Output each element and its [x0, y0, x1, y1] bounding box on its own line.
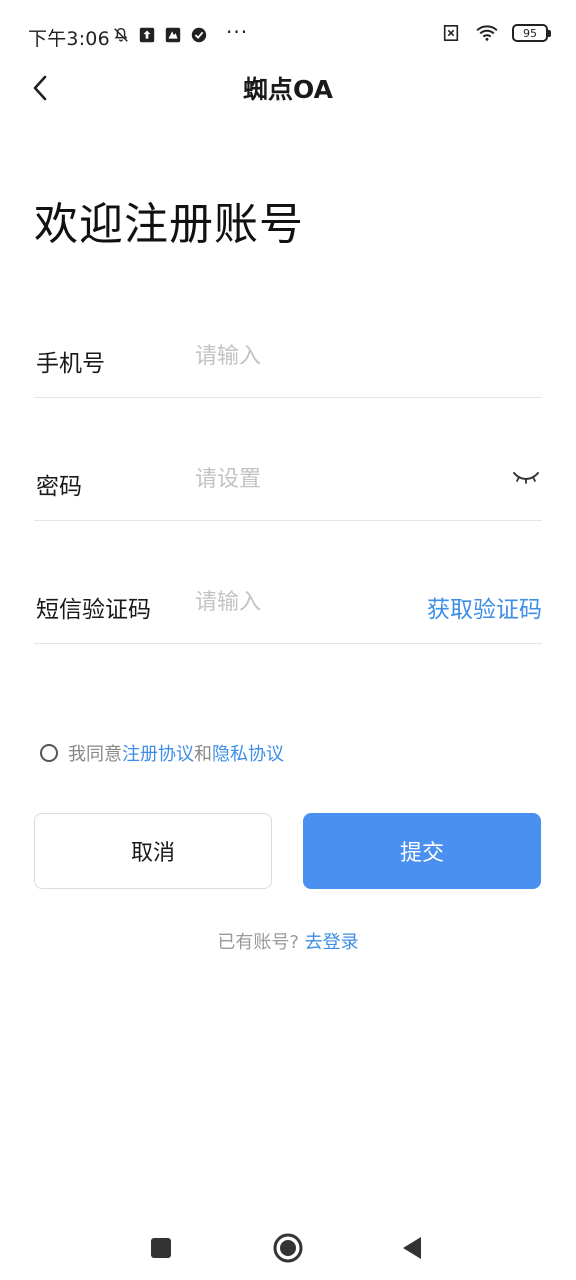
password-label: 密码	[36, 474, 82, 500]
welcome-heading: 欢迎注册账号	[34, 199, 304, 250]
eye-closed-icon[interactable]	[512, 469, 540, 491]
phone-label: 手机号	[36, 351, 105, 377]
login-link[interactable]: 去登录	[305, 932, 359, 953]
home-circle-icon	[273, 1233, 303, 1263]
submit-button[interactable]: 提交	[303, 813, 541, 889]
password-row: 密码	[34, 441, 542, 521]
page-title: 蜘点OA	[243, 75, 333, 104]
battery-indicator: 95	[512, 24, 551, 42]
agreement: 我同意 注册协议 和 隐私协议	[40, 740, 284, 766]
wifi-icon	[474, 24, 500, 42]
mute-icon	[112, 26, 130, 44]
privacy-link[interactable]: 隐私协议	[212, 740, 284, 766]
password-input[interactable]	[195, 459, 415, 499]
nav-back-button[interactable]	[392, 1228, 432, 1268]
agree-prefix: 我同意	[68, 744, 122, 765]
get-code-button[interactable]: 获取验证码	[427, 590, 542, 624]
no-sim-icon	[440, 24, 462, 42]
agree-and: 和	[194, 744, 212, 765]
sms-code-input[interactable]	[195, 582, 395, 622]
cancel-button[interactable]: 取消	[34, 813, 272, 889]
status-icons-left	[112, 26, 208, 44]
phone-row: 手机号	[34, 318, 542, 398]
square-icon	[151, 1238, 171, 1258]
login-hint: 已有账号? 去登录	[0, 928, 576, 954]
home-button[interactable]	[268, 1228, 308, 1268]
phone-input[interactable]	[195, 336, 415, 376]
more-icon: ···	[226, 20, 249, 44]
agree-checkbox[interactable]	[40, 744, 58, 762]
upload-icon	[138, 26, 156, 44]
app-icon	[164, 26, 182, 44]
terms-link[interactable]: 注册协议	[122, 740, 194, 766]
app-header: 蜘点OA	[0, 60, 576, 116]
recent-apps-button[interactable]	[141, 1228, 181, 1268]
login-hint-text: 已有账号?	[217, 932, 299, 953]
status-time: 下午3:06	[28, 28, 110, 50]
back-triangle-icon	[403, 1237, 421, 1259]
system-nav-bar	[0, 1216, 576, 1276]
check-circle-icon	[190, 26, 208, 44]
status-icons-right: 95	[440, 24, 551, 42]
sms-code-label: 短信验证码	[36, 597, 151, 623]
sms-code-row: 短信验证码 获取验证码	[34, 564, 542, 644]
